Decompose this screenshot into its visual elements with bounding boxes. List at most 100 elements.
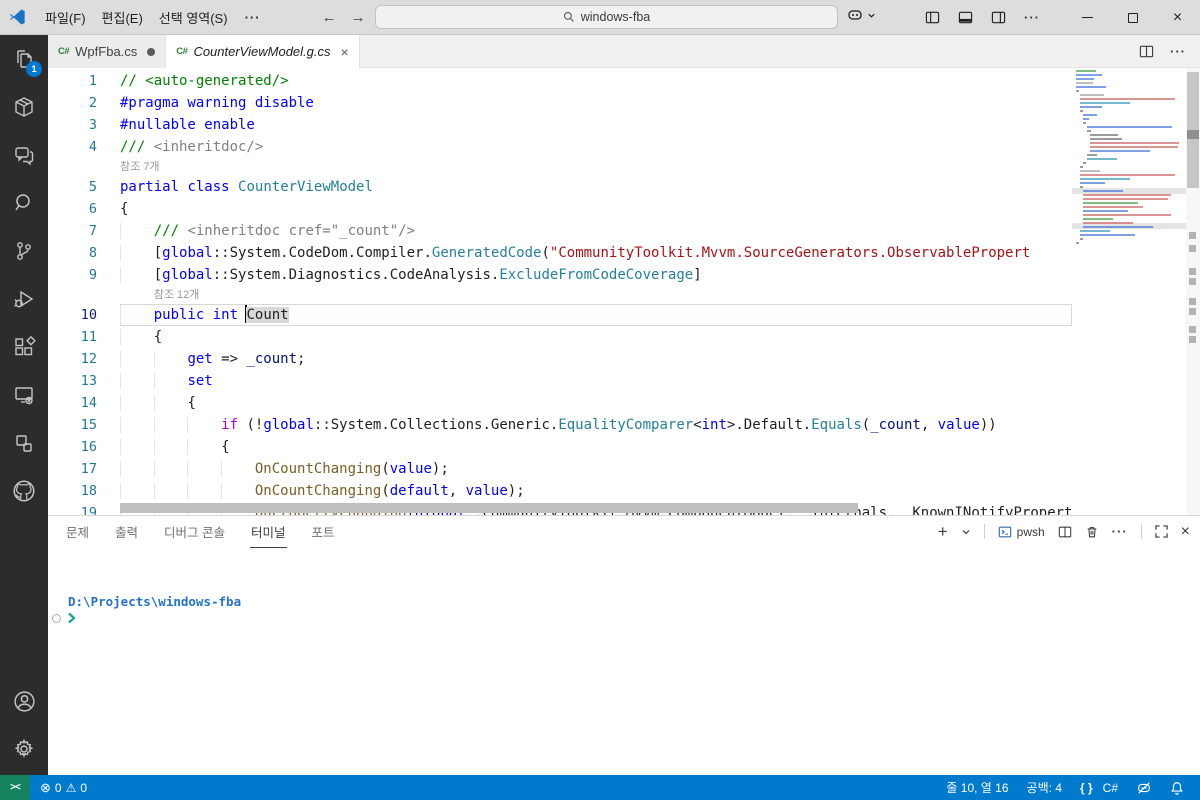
line-number: 19 [80,505,97,515]
line-content: [global::System.Diagnostics.CodeAnalysis… [120,264,1072,286]
line-content: get => _count; [120,348,1072,370]
search-icon [563,11,574,22]
code-rows: 1 // <auto-generated/> 2 #pragma warning di… [48,70,1072,515]
chat-icon[interactable] [0,131,48,179]
line-content: { [120,326,1072,348]
code-line-5[interactable]: 5 partial class CounterViewModel [48,176,1072,198]
problems-status[interactable]: ⊗ 0 ⚠ 0 [34,775,93,800]
maximize-panel-icon[interactable] [1154,525,1168,538]
code-line-10[interactable]: 10 public int Count [48,304,1072,326]
error-count: 0 [54,780,62,795]
codelens-references[interactable]: 참조 7개 [48,158,1072,176]
separator [983,524,985,539]
code-line-7[interactable]: 7 /// <inheritdoc cref="_count"/> [48,220,1072,242]
terminal-view[interactable]: D:\Projects\windows-fba [48,547,1200,626]
settings-gear-icon[interactable] [0,725,48,773]
split-terminal-icon[interactable] [1058,525,1072,539]
codelens-references[interactable]: 참조 12개 [48,286,1072,304]
toggle-sidebar-icon[interactable] [925,10,940,25]
code-line-12[interactable]: 12 get => _count; [48,348,1072,370]
command-decoration-icon[interactable] [52,613,61,623]
terminal-prompt-row [48,610,1200,626]
nav-forward-icon[interactable]: → [351,9,366,26]
panel-tab-output[interactable]: 출력 [114,516,139,547]
language-status-icon[interactable]: { } [1074,775,1099,800]
copilot-button[interactable] [846,6,876,24]
line-number: 3 [88,117,97,133]
panel-tab-terminal[interactable]: 터미널 [250,516,287,548]
split-editor-icon[interactable] [1139,44,1154,59]
terminal-profile[interactable]: pwsh [998,525,1045,539]
code-line-6[interactable]: 6{ [48,198,1072,220]
notifications-bell-icon[interactable] [1164,775,1190,800]
modified-dot-icon[interactable] [147,47,156,56]
line-number: 4 [88,139,97,155]
account-icon[interactable] [0,677,48,725]
toggle-secondary-sidebar-icon[interactable] [991,10,1006,25]
panel-header: 문제 출력 디버그 콘솔 터미널 포트 + pwsh ··· × [48,516,1200,548]
code-line-3[interactable]: 3 #nullable enable [48,114,1072,136]
line-number: 7 [88,223,97,239]
github-icon[interactable] [0,467,48,515]
close-window-button[interactable]: × [1155,0,1200,35]
remote-explorer-icon[interactable] [0,371,48,419]
toggle-panel-icon[interactable] [958,10,973,25]
panel-tab-problems[interactable]: 문제 [65,516,90,547]
panel-tab-ports[interactable]: 포트 [311,516,336,547]
source-control-icon[interactable] [0,227,48,275]
minimap[interactable] [1072,68,1186,515]
horizontal-scrollbar[interactable] [120,503,858,513]
code-line-18[interactable]: 18 OnCountChanging(default, value); [48,480,1072,502]
package-icon[interactable] [0,83,48,131]
code-line-16[interactable]: 16 { [48,436,1072,458]
code-line-15[interactable]: 15 if (!global::System.Collections.Gener… [48,414,1072,436]
search-view-icon[interactable] [0,179,48,227]
tab-counterviewmodel[interactable]: C# CounterViewModel.g.cs × [166,35,360,68]
scrollbar-thumb[interactable] [1187,72,1199,188]
customize-layout-icon[interactable]: ··· [1024,10,1040,25]
title-bar: 파일(F) 편집(E) 선택 영역(S) ··· ← → windows-fba… [0,0,1200,35]
panel-more-actions-icon[interactable]: ··· [1112,524,1128,539]
menu-edit[interactable]: 편집(E) [94,4,151,31]
language-mode-status[interactable]: C# [1097,775,1124,800]
cursor-position-status[interactable]: 줄 10, 열 16 [940,775,1014,800]
warning-icon: ⚠ [65,780,77,795]
extensions-icon[interactable] [0,323,48,371]
code-line-11[interactable]: 11 { [48,326,1072,348]
code-line-14[interactable]: 14 { [48,392,1072,414]
copilot-status-icon[interactable] [1130,775,1158,800]
code-line-1[interactable]: 1 // <auto-generated/> [48,70,1072,92]
menu-more-icon[interactable]: ··· [236,6,270,29]
code-line-2[interactable]: 2 #pragma warning disable [48,92,1072,114]
code-line-13[interactable]: 13 set [48,370,1072,392]
line-content: /// <inheritdoc/> [120,139,264,155]
bottom-panel: 문제 출력 디버그 콘솔 터미널 포트 + pwsh ··· × D:\Proj… [48,515,1200,775]
code-line-17[interactable]: 17 OnCountChanging(value); [48,458,1072,480]
tab-wpffba[interactable]: C# WpfFba.cs [48,35,167,68]
line-content: #nullable enable [120,117,255,133]
symbols-icon[interactable] [0,419,48,467]
nav-back-icon[interactable]: ← [322,9,337,26]
indentation-status[interactable]: 공백: 4 [1021,775,1068,800]
code-line-8[interactable]: 8 [global::System.CodeDom.Compiler.Gener… [48,242,1072,264]
command-center-search[interactable]: windows-fba [375,5,838,29]
code-line-9[interactable]: 9 [global::System.Diagnostics.CodeAnalys… [48,264,1072,286]
panel-tab-debug-console[interactable]: 디버그 콘솔 [163,516,226,547]
maximize-button[interactable] [1110,0,1155,35]
tab-close-icon[interactable]: × [341,44,349,60]
editor-more-actions-icon[interactable]: ··· [1170,44,1186,59]
vertical-scrollbar[interactable] [1186,68,1200,515]
terminal-dropdown-icon[interactable] [961,527,971,537]
code-line-4[interactable]: 4 /// <inheritdoc/> [48,136,1072,158]
close-panel-icon[interactable]: × [1181,523,1190,540]
menu-selection[interactable]: 선택 영역(S) [151,4,236,31]
line-number: 6 [88,201,97,217]
remote-indicator[interactable]: >< [0,775,30,800]
run-debug-icon[interactable] [0,275,48,323]
minimize-button[interactable] [1065,0,1110,35]
new-terminal-icon[interactable]: + [938,523,948,540]
menu-file[interactable]: 파일(F) [37,4,94,31]
kill-terminal-icon[interactable] [1085,525,1099,539]
explorer-icon[interactable]: 1 [0,35,48,83]
code-editor[interactable]: 1 // <auto-generated/> 2 #pragma warning di… [48,68,1200,515]
